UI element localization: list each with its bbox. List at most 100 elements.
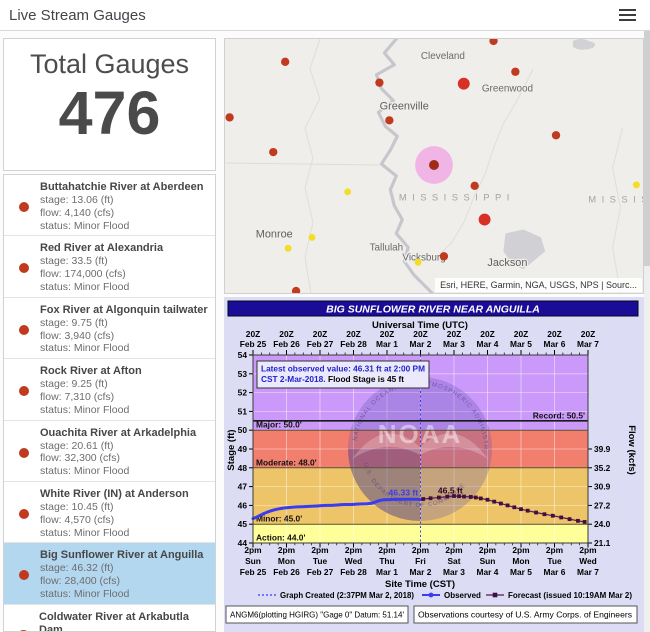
right-axis-title: Flow (kcfs) — [626, 425, 637, 475]
gauge-map-dot[interactable] — [440, 252, 448, 260]
zone-label: Major: 50.0' — [256, 420, 302, 430]
gauge-map-dot[interactable] — [633, 181, 640, 188]
top-tick-label: 20Z — [514, 329, 528, 339]
selected-gauge-dot[interactable] — [429, 160, 439, 170]
gauge-name: White River (IN) at Anderson — [40, 485, 189, 501]
svg-text:30.9: 30.9 — [594, 482, 611, 492]
gauge-item-text: Coldwater River at Arkabutla Damstage: 2… — [39, 608, 209, 632]
gauge-map-dot[interactable] — [458, 78, 470, 90]
svg-text:Mar 1: Mar 1 — [376, 567, 398, 577]
top-tick-label: 20Z — [581, 329, 595, 339]
svg-text:Feb 25: Feb 25 — [240, 339, 267, 349]
gauge-name: Buttahatchie River at Aberdeen — [40, 178, 203, 194]
gauge-list-item[interactable]: Big Sunflower River at Anguillastage: 46… — [4, 543, 215, 604]
svg-text:Wed: Wed — [579, 556, 597, 566]
gauge-status-dot — [19, 448, 29, 458]
latest-observed-annotation: Latest observed value: 46.31 ft at 2:00 … — [257, 361, 429, 388]
svg-text:Mar 7: Mar 7 — [577, 567, 599, 577]
left-axis-title: Stage (ft) — [226, 429, 237, 470]
svg-text:49: 49 — [238, 444, 248, 454]
gauge-list-item[interactable]: Red River at Alexandriastage: 33.5 (ft)f… — [4, 236, 215, 297]
gauge-map-dot[interactable] — [552, 131, 560, 139]
gauge-flow: flow: 4,570 (cfs) — [40, 514, 189, 527]
page-scrollbar-thumb[interactable] — [644, 31, 650, 266]
page-scrollbar[interactable] — [644, 31, 650, 632]
gauge-list-item[interactable]: Rock River at Aftonstage: 9.25 (ft)flow:… — [4, 359, 215, 420]
hydrograph-chart: BIG SUNFLOWER RIVER NEAR ANGUILLAUnivers… — [224, 297, 644, 632]
gauge-map-dot[interactable] — [281, 58, 289, 66]
hamburger-menu-icon[interactable] — [619, 9, 636, 22]
gauge-item-text: Rock River at Aftonstage: 9.25 (ft)flow:… — [40, 362, 142, 416]
gauge-map-dot[interactable] — [415, 259, 422, 266]
top-tick-label: 20Z — [447, 329, 461, 339]
map-attribution: Esri, HERE, Garmin, NGA, USGS, NPS | Sou… — [435, 278, 642, 292]
gauge-name: Coldwater River at Arkabutla Dam — [39, 608, 209, 632]
chart-legend: Graph Created (2:37PM Mar 2, 2018)Observ… — [258, 591, 632, 600]
map-place-label: Cleveland — [421, 51, 465, 62]
bottom-tick-label: 2pm — [345, 545, 362, 555]
gauge-status: status: Minor Flood — [40, 342, 208, 355]
gauge-map-dot[interactable] — [225, 113, 233, 121]
top-tick-label: 20Z — [380, 329, 394, 339]
gauge-map-dot[interactable] — [285, 245, 292, 252]
gauge-map-dot[interactable] — [511, 68, 519, 76]
gauge-item-text: Big Sunflower River at Anguillastage: 46… — [40, 546, 203, 600]
gauge-map-dot[interactable] — [479, 214, 491, 226]
gauge-stage: stage: 9.75 (ft) — [40, 317, 208, 330]
gauge-map-dot[interactable] — [344, 188, 351, 195]
gauge-list-item[interactable]: White River (IN) at Andersonstage: 10.45… — [4, 482, 215, 543]
gauge-list-item[interactable]: Coldwater River at Arkabutla Damstage: 2… — [4, 605, 215, 632]
gauge-name: Red River at Alexandria — [40, 239, 163, 255]
gauge-stage: stage: 9.25 (ft) — [40, 378, 142, 391]
gauge-status-dot — [19, 325, 29, 335]
top-tick-label: 20Z — [279, 329, 293, 339]
bottom-tick-label: 2pm — [546, 545, 563, 555]
gauge-status: status: Minor Flood — [40, 588, 203, 601]
gauge-list-item[interactable]: Fox River at Algonquin tailwaterstage: 9… — [4, 298, 215, 359]
bottom-tick-label: 2pm — [412, 545, 429, 555]
gauge-stage: stage: 13.06 (ft) — [40, 194, 203, 207]
svg-text:Graph Created (2:37PM Mar 2, 2: Graph Created (2:37PM Mar 2, 2018) — [280, 591, 414, 600]
svg-text:Sat: Sat — [447, 556, 460, 566]
svg-text:27.2: 27.2 — [594, 500, 611, 510]
gauge-list-item[interactable]: Ouachita River at Arkadelphiastage: 20.6… — [4, 421, 215, 482]
observations-courtesy-note: Observations courtesy of U.S. Army Corps… — [418, 610, 632, 620]
zone-label: Moderate: 48.0' — [256, 457, 317, 467]
gauge-status: status: Minor Flood — [40, 220, 203, 233]
gauge-flow: flow: 174,000 (cfs) — [40, 268, 163, 281]
map-panel[interactable]: ClevelandGreenwoodGreenvilleMISSISSIPPIM… — [224, 38, 644, 294]
svg-text:24.0: 24.0 — [594, 519, 611, 529]
top-tick-label: 20Z — [547, 329, 561, 339]
gauge-item-text: Fox River at Algonquin tailwaterstage: 9… — [40, 301, 208, 355]
gauge-name: Fox River at Algonquin tailwater — [40, 301, 208, 317]
svg-text:Mar 1: Mar 1 — [376, 339, 398, 349]
svg-text:45: 45 — [238, 519, 248, 529]
gauge-map-dot[interactable] — [308, 234, 315, 241]
map-canvas[interactable]: ClevelandGreenwoodGreenvilleMISSISSIPPIM… — [225, 39, 643, 293]
svg-text:Latest observed value: 46.31 f: Latest observed value: 46.31 ft at 2:00 … — [261, 364, 425, 374]
svg-text:47: 47 — [238, 482, 248, 492]
top-tick-label: 20Z — [480, 329, 494, 339]
svg-text:Feb 26: Feb 26 — [273, 567, 300, 577]
svg-text:Mar 5: Mar 5 — [510, 567, 532, 577]
svg-text:Mar 6: Mar 6 — [544, 339, 566, 349]
svg-text:Flood Stage is 45 ft: Flood Stage is 45 ft — [328, 374, 404, 384]
bottom-tick-label: 2pm — [244, 545, 261, 555]
svg-text:Mar 7: Mar 7 — [577, 339, 599, 349]
bottom-tick-label: 2pm — [579, 545, 596, 555]
gauge-map-dot[interactable] — [269, 148, 277, 156]
bottom-tick-label: 2pm — [512, 545, 529, 555]
map-place-label: Monroe — [256, 228, 293, 240]
svg-text:53: 53 — [238, 369, 248, 379]
gauge-map-dot[interactable] — [471, 182, 479, 190]
zone-label: Action: 44.0' — [256, 533, 305, 543]
gauge-list-item[interactable]: Buttahatchie River at Aberdeenstage: 13.… — [4, 175, 215, 236]
hydrograph-panel: BIG SUNFLOWER RIVER NEAR ANGUILLAUnivers… — [224, 297, 644, 632]
total-gauges-label: Total Gauges — [4, 49, 215, 80]
map-place-label: Greenwood — [482, 84, 533, 95]
gauge-map-dot[interactable] — [375, 78, 383, 86]
svg-text:Mar 5: Mar 5 — [510, 339, 532, 349]
gauge-status: status: Minor Flood — [40, 527, 189, 540]
gauge-map-dot[interactable] — [385, 116, 393, 124]
gauge-stage: stage: 33.5 (ft) — [40, 255, 163, 268]
